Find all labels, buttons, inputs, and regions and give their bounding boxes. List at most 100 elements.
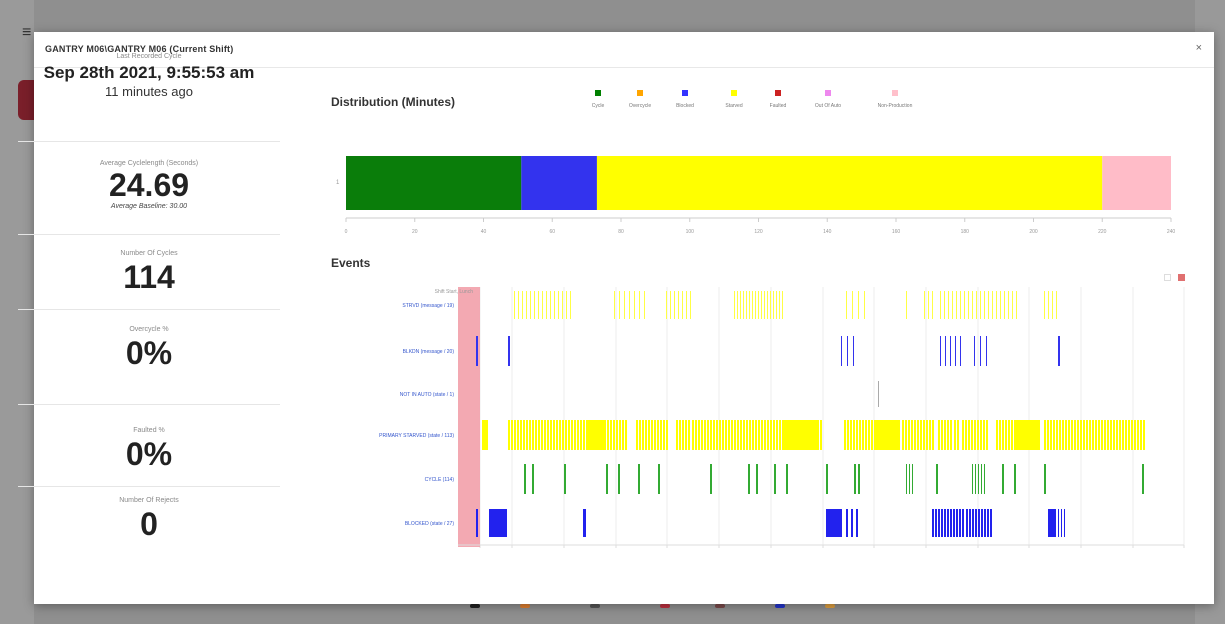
event-mark[interactable] xyxy=(614,291,615,319)
event-mark[interactable] xyxy=(725,420,727,450)
event-mark[interactable] xyxy=(865,420,867,450)
distribution-segment-cycle[interactable] xyxy=(346,156,522,210)
event-mark[interactable] xyxy=(773,291,774,319)
event-mark[interactable] xyxy=(941,509,943,537)
event-mark[interactable] xyxy=(534,291,535,319)
event-row-label[interactable]: BLKDN (message / 20) xyxy=(403,349,455,355)
event-mark[interactable] xyxy=(577,420,579,450)
event-mark[interactable] xyxy=(749,420,751,450)
event-mark[interactable] xyxy=(938,509,940,537)
event-mark[interactable] xyxy=(517,420,519,450)
event-mark[interactable] xyxy=(648,420,650,450)
event-mark[interactable] xyxy=(1052,291,1053,319)
event-mark[interactable] xyxy=(952,291,953,319)
event-mark[interactable] xyxy=(1058,336,1059,366)
event-mark[interactable] xyxy=(529,420,531,450)
event-mark[interactable] xyxy=(984,291,985,319)
event-mark[interactable] xyxy=(847,420,849,450)
event-mark[interactable] xyxy=(1059,420,1061,450)
event-mark[interactable] xyxy=(514,420,516,450)
event-mark[interactable] xyxy=(568,420,570,450)
legend-item-starved[interactable]: Starved xyxy=(714,90,754,109)
legend-item-non-production[interactable]: Non-Production xyxy=(875,90,915,109)
event-mark[interactable] xyxy=(619,464,620,494)
distribution-segment-blocked[interactable] xyxy=(521,156,597,210)
event-row-label[interactable]: STRVD (message / 19) xyxy=(402,303,454,309)
event-mark[interactable] xyxy=(851,509,853,537)
event-mark[interactable] xyxy=(674,291,675,319)
event-mark[interactable] xyxy=(954,420,956,450)
event-mark[interactable] xyxy=(737,420,739,450)
event-mark[interactable] xyxy=(711,464,712,494)
event-mark[interactable] xyxy=(786,464,787,494)
event-mark[interactable] xyxy=(1064,509,1065,537)
event-mark[interactable] xyxy=(533,464,534,494)
event-mark[interactable] xyxy=(508,336,509,366)
event-mark[interactable] xyxy=(728,420,730,450)
event-mark[interactable] xyxy=(787,464,788,494)
event-mark[interactable] xyxy=(770,291,771,319)
event-mark[interactable] xyxy=(975,509,977,537)
event-mark[interactable] xyxy=(987,509,989,537)
event-mark[interactable] xyxy=(525,464,526,494)
event-mark[interactable] xyxy=(583,509,586,537)
event-mark[interactable] xyxy=(928,291,929,319)
event-mark[interactable] xyxy=(670,291,671,319)
event-mark[interactable] xyxy=(692,420,694,450)
event-mark[interactable] xyxy=(959,509,961,537)
event-mark[interactable] xyxy=(937,464,938,494)
event-mark[interactable] xyxy=(1000,291,1001,319)
event-mark[interactable] xyxy=(1142,464,1143,494)
event-mark[interactable] xyxy=(917,420,919,450)
event-mark[interactable] xyxy=(489,509,507,537)
event-mark[interactable] xyxy=(1125,420,1127,450)
event-row-label[interactable]: BLOCKED (state / 27) xyxy=(405,521,455,527)
event-mark[interactable] xyxy=(902,420,904,450)
event-mark[interactable] xyxy=(757,464,758,494)
event-mark[interactable] xyxy=(1056,291,1057,319)
event-mark[interactable] xyxy=(1143,464,1144,494)
event-mark[interactable] xyxy=(876,420,900,450)
event-mark[interactable] xyxy=(722,420,724,450)
event-mark[interactable] xyxy=(570,291,571,319)
event-mark[interactable] xyxy=(844,420,846,450)
event-mark[interactable] xyxy=(956,509,958,537)
event-mark[interactable] xyxy=(1061,509,1062,537)
event-mark[interactable] xyxy=(756,464,757,494)
event-mark[interactable] xyxy=(950,420,952,450)
event-mark[interactable] xyxy=(761,420,763,450)
event-mark[interactable] xyxy=(639,291,640,319)
event-mark[interactable] xyxy=(538,420,540,450)
event-mark[interactable] xyxy=(1068,420,1070,450)
event-mark[interactable] xyxy=(856,420,858,450)
event-mark[interactable] xyxy=(1016,291,1017,319)
event-mark[interactable] xyxy=(583,420,585,450)
event-mark[interactable] xyxy=(960,336,961,366)
event-mark[interactable] xyxy=(773,420,775,450)
event-mark[interactable] xyxy=(685,420,687,450)
event-mark[interactable] xyxy=(679,420,681,450)
event-mark[interactable] xyxy=(511,420,513,450)
event-mark[interactable] xyxy=(607,464,608,494)
event-mark[interactable] xyxy=(746,420,748,450)
event-mark[interactable] xyxy=(1011,420,1013,450)
event-mark[interactable] xyxy=(746,291,747,319)
event-mark[interactable] xyxy=(1137,420,1139,450)
event-mark[interactable] xyxy=(523,420,525,450)
event-mark[interactable] xyxy=(737,291,738,319)
event-mark[interactable] xyxy=(619,420,621,450)
event-mark[interactable] xyxy=(607,420,609,450)
event-mark[interactable] xyxy=(996,291,997,319)
event-mark[interactable] xyxy=(710,464,711,494)
event-mark[interactable] xyxy=(1044,464,1045,494)
event-mark[interactable] xyxy=(639,464,640,494)
event-mark[interactable] xyxy=(1005,420,1007,450)
event-mark[interactable] xyxy=(853,420,855,450)
event-mark[interactable] xyxy=(743,291,744,319)
event-mark[interactable] xyxy=(962,420,964,450)
event-mark[interactable] xyxy=(1047,420,1049,450)
event-mark[interactable] xyxy=(636,420,638,450)
event-mark[interactable] xyxy=(758,291,759,319)
event-mark[interactable] xyxy=(550,420,552,450)
event-mark[interactable] xyxy=(956,291,957,319)
